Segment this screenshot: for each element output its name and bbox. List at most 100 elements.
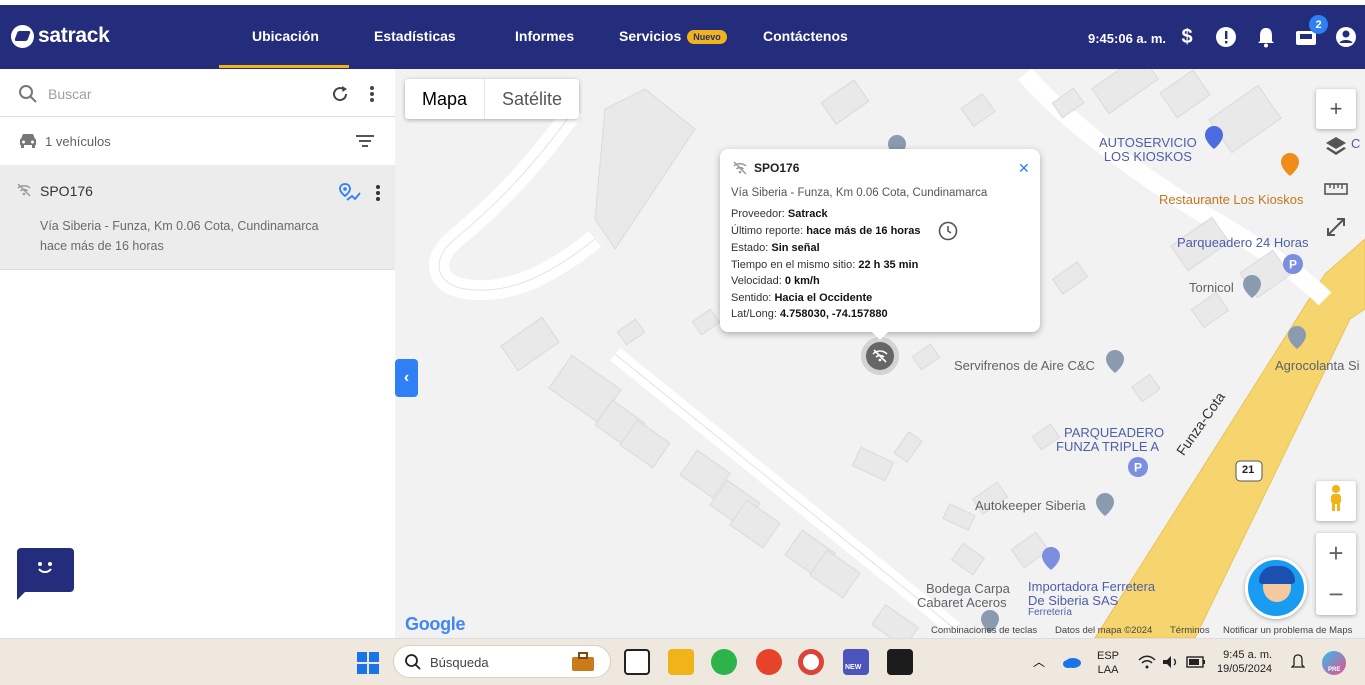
place-importadora-line1[interactable]: Importadora Ferretera (1028, 579, 1155, 594)
keyboard-layout-code: LAA (1097, 664, 1119, 676)
same-site-value: 22 h 35 min (858, 259, 919, 271)
bell-icon[interactable] (1255, 26, 1277, 48)
svg-text:P: P (1289, 258, 1297, 272)
same-site-label: Tiempo en el mismo sitio: (731, 259, 856, 271)
chrome-browser-icon[interactable] (798, 649, 824, 675)
windows-start-icon[interactable] (356, 651, 380, 680)
notification-bell-icon[interactable] (1290, 654, 1306, 675)
nav-contactenos[interactable]: Contáctenos (763, 28, 848, 44)
street-view-pegman[interactable] (1316, 481, 1356, 521)
nav-informes[interactable]: Informes (515, 28, 574, 44)
layers-icon (1324, 134, 1348, 164)
taskbar-search-icon (404, 653, 422, 676)
place-parqueadero24[interactable]: Parqueadero 24 Horas (1177, 235, 1309, 250)
chevron-up-icon[interactable]: ︿ (1033, 653, 1045, 670)
copilot-icon[interactable]: PRE (1322, 651, 1346, 675)
nav-estadisticas[interactable]: Estadísticas (374, 28, 456, 44)
wifi-icon[interactable] (1138, 655, 1156, 674)
volume-icon[interactable] (1162, 655, 1180, 674)
new-badge: Nuevo (687, 30, 727, 45)
task-view-icon[interactable] (624, 649, 650, 675)
collapse-sidebar-button[interactable]: ‹ (395, 359, 418, 397)
speed-label: Velocidad: (731, 275, 782, 287)
ruler-icon (1324, 176, 1348, 202)
chat-support-button[interactable] (17, 548, 74, 600)
info-status-row: Estado: Sin señal (731, 242, 820, 254)
place-restaurante[interactable]: Restaurante Los Kioskos (1159, 192, 1304, 207)
user-icon[interactable] (1335, 26, 1357, 48)
vehicle-count-row: 1 vehículos (0, 117, 395, 165)
assistant-avatar-button[interactable] (1245, 557, 1307, 619)
measure-button[interactable] (1316, 169, 1356, 209)
search-input[interactable] (48, 83, 298, 105)
status-label: Estado: (731, 242, 769, 254)
nav-ubicacion[interactable]: Ubicación (252, 28, 319, 44)
alert-icon[interactable] (1215, 26, 1237, 48)
google-logo: Google (405, 614, 466, 635)
vehicle-map-marker[interactable] (861, 337, 899, 375)
direction-value: Hacia el Occidente (774, 292, 873, 304)
teams-icon[interactable]: NEW (843, 649, 869, 675)
edge-browser-icon[interactable] (711, 649, 737, 675)
info-provider-row: Proveedor: Satrack (731, 208, 828, 220)
map-view[interactable]: P P Mapa Satélite ‹ AUTOSERVICIO LOS KIO… (395, 69, 1365, 638)
place-tornicol[interactable]: Tornicol (1189, 280, 1234, 295)
assistant-avatar-headset (1259, 566, 1295, 584)
vehicle-list-item[interactable]: SPO176 Vía Siberia - Funza, Km 0.06 Cota… (0, 165, 395, 270)
place-bodega-line2[interactable]: Cabaret Aceros (917, 595, 1007, 610)
windows-taskbar: Búsqueda NEW ︿ ESP LAA 9:45 a. m. 19/05/… (0, 638, 1365, 685)
dollar-icon[interactable]: $ (1176, 26, 1198, 48)
no-signal-icon (16, 183, 32, 202)
provider-value: Satrack (787, 208, 828, 220)
place-agrocolanta[interactable]: Agrocolanta Si (1275, 358, 1360, 373)
sticky-notes-icon[interactable] (887, 649, 913, 675)
zoom-controls: + − (1316, 533, 1356, 615)
last-report-value: hace más de 16 horas (806, 225, 921, 237)
google-logo-text: Google (405, 614, 466, 634)
place-parqueadero-funza-line1[interactable]: PARQUEADERO (1064, 425, 1164, 440)
taskbar-search[interactable]: Búsqueda (393, 645, 611, 678)
last-report-label: Último reporte: (731, 225, 804, 237)
pegman-icon (1327, 484, 1345, 518)
place-parqueadero-funza-line2[interactable]: FUNZA TRIPLE A (1056, 439, 1159, 454)
map-type-mapa[interactable]: Mapa (405, 79, 486, 119)
place-importadora-line3: Ferretería (1028, 607, 1072, 618)
svg-text:P: P (1134, 461, 1142, 475)
zoom-in-button[interactable]: + (1316, 533, 1356, 574)
latlong-value: 4.758030, -74.157880 (779, 308, 888, 320)
notification-count-badge: 2 (1309, 15, 1328, 34)
brave-browser-icon[interactable] (756, 649, 782, 675)
info-latlong-row: Lat/Long: 4.758030, -74.157880 (731, 308, 888, 320)
taskbar-clock[interactable]: 9:45 a. m. 19/05/2024 (1217, 648, 1272, 676)
filter-icon[interactable] (355, 133, 375, 154)
zoom-out-button[interactable]: − (1316, 574, 1356, 615)
vehicle-more-icon[interactable] (372, 183, 384, 208)
file-explorer-icon[interactable] (668, 649, 694, 675)
place-importadora-line2[interactable]: De Siberia SAS (1028, 593, 1118, 608)
info-plate: SPO176 (754, 161, 800, 175)
fullscreen-button[interactable] (1316, 210, 1356, 250)
close-icon[interactable]: ✕ (1018, 160, 1030, 177)
zoom-in-top-button[interactable]: + (1316, 89, 1356, 129)
map-data-attribution[interactable]: Datos del mapa ©2024 (1055, 625, 1152, 636)
map-type-satelite[interactable]: Satélite (485, 79, 579, 119)
route-icon[interactable] (338, 182, 362, 209)
more-options-icon[interactable] (366, 84, 378, 109)
satrack-logo-icon (11, 24, 34, 48)
expand-icon (1325, 216, 1347, 244)
onedrive-icon[interactable] (1062, 655, 1082, 673)
info-direction-row: Sentido: Hacia el Occidente (731, 292, 872, 304)
terms-link[interactable]: Términos (1170, 625, 1210, 636)
battery-icon[interactable] (1186, 655, 1206, 673)
satrack-logo[interactable]: satrack (11, 24, 110, 48)
layers-button[interactable] (1316, 129, 1356, 169)
place-autokeeper[interactable]: Autokeeper Siberia (975, 498, 1086, 513)
keyboard-shortcuts-link[interactable]: Combinaciones de teclas (931, 625, 1037, 636)
language-indicator[interactable]: ESP LAA (1097, 649, 1119, 677)
nav-servicios[interactable]: Servicios Nuevo (619, 28, 727, 45)
place-autoservicio[interactable]: AUTOSERVICIO LOS KIOSKOS (1099, 136, 1197, 164)
refresh-icon[interactable] (330, 84, 350, 109)
place-servifrenos[interactable]: Servifrenos de Aire C&C (954, 358, 1095, 373)
report-problem-link[interactable]: Notificar un problema de Maps (1223, 625, 1352, 636)
place-bodega-line1[interactable]: Bodega Carpa (926, 581, 1010, 596)
